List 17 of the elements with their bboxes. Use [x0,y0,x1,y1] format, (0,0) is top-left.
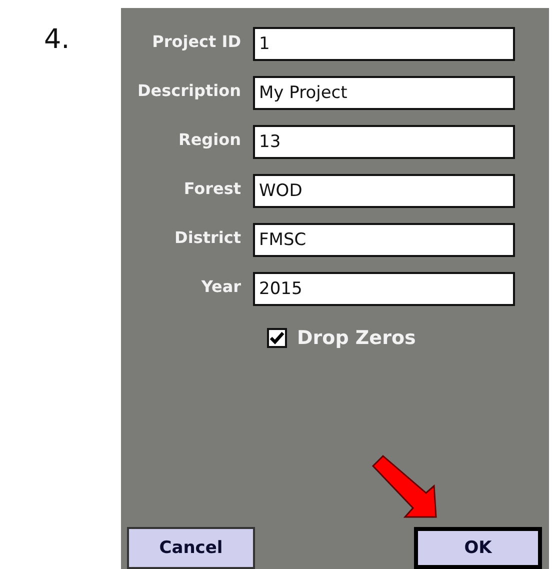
checkbox[interactable] [267,328,287,348]
field-label: Year [200,276,242,296]
input-field[interactable]: WOD [253,174,515,208]
field-label: Project ID [151,32,242,50]
input-field[interactable]: 2015 [253,272,515,306]
field-label: Region [178,130,242,148]
cancel-button[interactable]: Cancel [127,527,255,569]
input-field[interactable]: 1 [253,27,515,61]
input-field[interactable]: My Project [253,76,515,110]
input-field[interactable]: 13 [253,125,515,159]
checkbox-label: Drop Zeros [297,327,416,349]
input-field[interactable]: FMSC [253,223,515,257]
field-label: Description [136,80,242,100]
field-label: District [174,228,242,246]
step-number: 4. [44,24,70,55]
field-label: Forest [182,178,242,198]
ok-button[interactable]: OK [414,527,542,569]
